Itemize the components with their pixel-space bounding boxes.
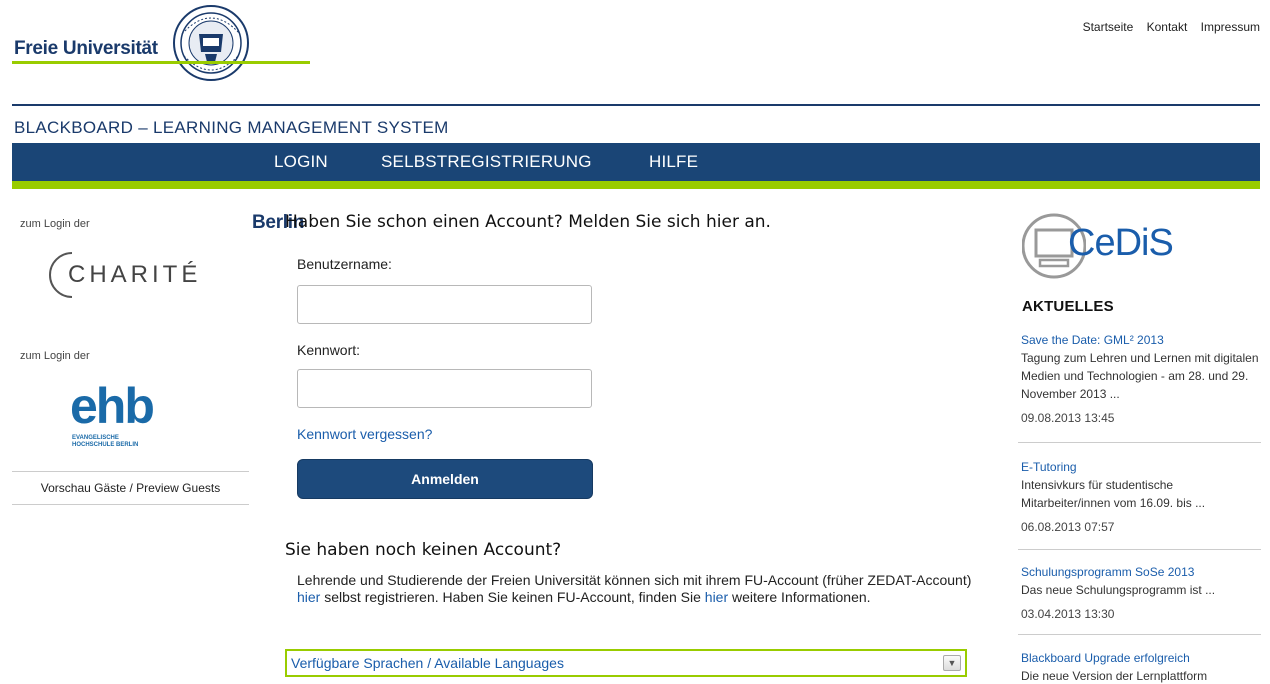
news-text: Das neue Schulungsprogramm ist ... bbox=[1021, 583, 1216, 597]
nav-login[interactable]: LOGIN bbox=[274, 152, 328, 172]
topnav-startseite[interactable]: Startseite bbox=[1083, 20, 1134, 34]
password-label: Kennwort: bbox=[297, 342, 361, 358]
preview-guests-link[interactable]: Vorschau Gäste / Preview Guests bbox=[12, 471, 249, 505]
news-date: 09.08.2013 13:45 bbox=[1021, 411, 1115, 425]
register-here-link[interactable]: hier bbox=[297, 589, 320, 605]
cedis-logo-text: CeDiS bbox=[1068, 222, 1174, 264]
password-input[interactable] bbox=[297, 369, 592, 408]
ehb-logo[interactable]: ehb EVANGELISCHE HOCHSCHULE BERLIN bbox=[70, 378, 190, 453]
info-here-link[interactable]: hier bbox=[705, 589, 728, 605]
news-title-link[interactable]: Schulungsprogramm SoSe 2013 bbox=[1018, 564, 1261, 581]
register-text: Lehrende und Studierende der Freien Univ… bbox=[297, 572, 987, 606]
ehb-login-label: zum Login der bbox=[20, 350, 90, 362]
news-item: Blackboard Upgrade erfolgreich Die neue … bbox=[1018, 650, 1261, 684]
login-heading: Haben Sie schon einen Account? Melden Si… bbox=[285, 212, 771, 232]
ehb-sub-line2: HOCHSCHULE BERLIN bbox=[72, 442, 139, 448]
news-title-link[interactable]: Blackboard Upgrade erfolgreich bbox=[1018, 650, 1261, 667]
logo-text-left: Freie Universität bbox=[14, 38, 158, 59]
login-section: Haben Sie schon einen Account? Melden Si… bbox=[285, 212, 985, 677]
login-submit-button[interactable]: Anmelden bbox=[297, 459, 593, 499]
chevron-down-icon[interactable]: ▼ bbox=[943, 655, 961, 671]
fu-berlin-logo[interactable]: Freie Universität Berlin bbox=[12, 4, 312, 233]
charite-login-label: zum Login der bbox=[20, 218, 90, 230]
news-date: 06.08.2013 07:57 bbox=[1021, 520, 1115, 534]
cedis-logo[interactable]: CeDiS bbox=[1018, 208, 1218, 294]
username-input[interactable] bbox=[297, 285, 592, 324]
header-divider bbox=[12, 104, 1260, 106]
top-navigation: Startseite Kontakt Impressum bbox=[1073, 20, 1260, 34]
news-date: 03.04.2013 13:30 bbox=[1021, 607, 1115, 621]
news-item: E-Tutoring Intensivkurs für studentische… bbox=[1018, 459, 1261, 550]
charite-logo[interactable]: CHARITÉ bbox=[46, 249, 206, 301]
nav-selbstregistrierung[interactable]: SELBSTREGISTRIERUNG bbox=[381, 152, 592, 172]
news-title-link[interactable]: E-Tutoring bbox=[1018, 459, 1261, 476]
ehb-sub-line1: EVANGELISCHE bbox=[72, 435, 119, 441]
nav-hilfe[interactable]: HILFE bbox=[649, 152, 698, 172]
language-select[interactable]: Verfügbare Sprachen / Available Language… bbox=[285, 649, 967, 677]
register-text-part1: Lehrende und Studierende der Freien Univ… bbox=[297, 572, 972, 588]
logo-underline bbox=[12, 61, 310, 64]
charite-logo-text: CHARITÉ bbox=[68, 261, 202, 288]
register-heading: Sie haben noch keinen Account? bbox=[285, 540, 562, 560]
ehb-logo-subtitle: EVANGELISCHE HOCHSCHULE BERLIN bbox=[72, 435, 138, 449]
register-text-part3: weitere Informationen. bbox=[728, 589, 871, 605]
news-text: Tagung zum Lehren und Lernen mit digital… bbox=[1021, 351, 1259, 401]
register-text-part2: selbst registrieren. Haben Sie keinen FU… bbox=[320, 589, 705, 605]
language-select-label: Verfügbare Sprachen / Available Language… bbox=[291, 655, 564, 671]
news-text: Die neue Version der Lernplattform bbox=[1021, 669, 1208, 683]
system-title: BLACKBOARD – LEARNING MANAGEMENT SYSTEM bbox=[14, 118, 449, 137]
ehb-logo-text: ehb bbox=[70, 378, 155, 434]
main-navigation: LOGIN SELBSTREGISTRIERUNG HILFE bbox=[12, 143, 1260, 181]
forgot-password-link[interactable]: Kennwort vergessen? bbox=[297, 426, 432, 442]
username-label: Benutzername: bbox=[297, 256, 392, 272]
news-text: Intensivkurs für studentische Mitarbeite… bbox=[1021, 478, 1206, 510]
news-item: Save the Date: GML² 2013 Tagung zum Lehr… bbox=[1018, 332, 1261, 443]
news-title-link[interactable]: Save the Date: GML² 2013 bbox=[1018, 332, 1261, 349]
news-heading: AKTUELLES bbox=[1022, 298, 1114, 315]
page-header: Freie Universität Berlin Startseite Kont… bbox=[0, 0, 1270, 233]
nav-accent-line bbox=[12, 181, 1260, 189]
university-seal-icon bbox=[173, 5, 249, 81]
topnav-impressum[interactable]: Impressum bbox=[1201, 20, 1260, 34]
topnav-kontakt[interactable]: Kontakt bbox=[1147, 20, 1188, 34]
news-item: Schulungsprogramm SoSe 2013 Das neue Sch… bbox=[1018, 564, 1261, 635]
